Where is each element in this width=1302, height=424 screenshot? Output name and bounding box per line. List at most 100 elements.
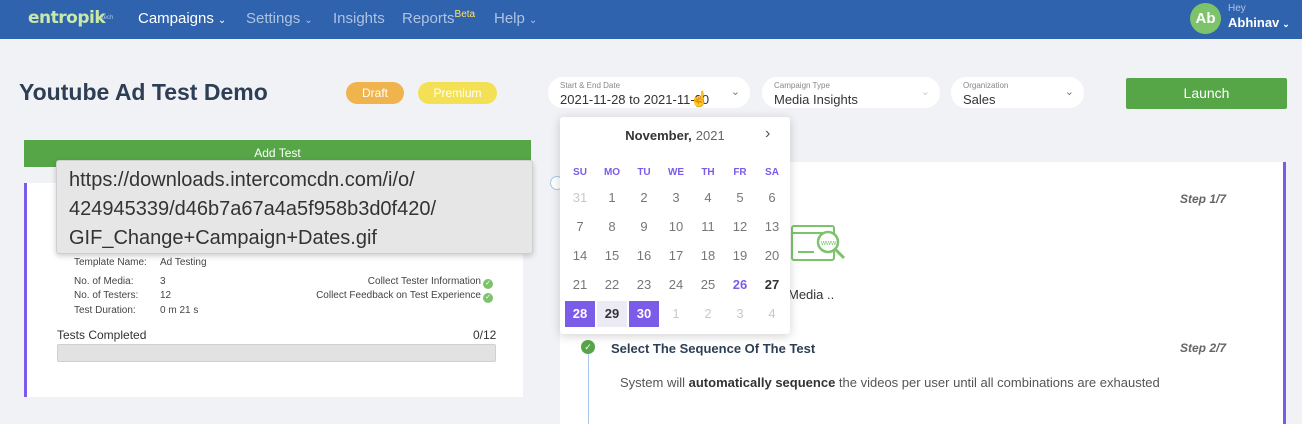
nav-help[interactable]: Help ⌄ [494, 10, 537, 27]
calendar-day[interactable]: 28 [565, 301, 595, 327]
premium-badge: Premium [418, 82, 497, 104]
calendar-day[interactable]: 12 [725, 214, 755, 240]
calendar-day: 3 [736, 306, 744, 321]
collect-feedback: Collect Feedback on Test Experience ✓ [316, 290, 493, 303]
chevron-down-icon[interactable]: ⌄ [1065, 85, 1074, 98]
testers-count-label: No. of Testers: [74, 290, 139, 301]
calendar-day[interactable]: 17 [661, 243, 691, 269]
calendar-day: 1 [672, 306, 680, 321]
chevron-down-icon: ⌄ [528, 15, 538, 26]
hand-cursor-icon: ☝ [690, 91, 709, 108]
calendar-month-title: November, 2021 [625, 128, 725, 143]
calendar-day[interactable]: 8 [597, 214, 627, 240]
tests-completed-label: Tests Completed [57, 328, 147, 342]
calendar-day[interactable]: 21 [565, 272, 595, 298]
chevron-down-icon[interactable]: ⌄ [731, 85, 740, 98]
step-2-label: Step 2/7 [1180, 341, 1227, 355]
calendar-day[interactable]: 27 [757, 272, 787, 298]
calendar-day[interactable]: 13 [757, 214, 787, 240]
nav-settings[interactable]: Settings ⌄ [246, 10, 313, 27]
collect-tester-info: Collect Tester Information ✓ [368, 276, 493, 289]
calendar-day[interactable]: 24 [661, 272, 691, 298]
media-count-value: 3 [160, 276, 166, 287]
calendar-day[interactable]: 15 [597, 243, 627, 269]
check-icon: ✓ [483, 279, 493, 289]
template-name-value: Ad Testing [160, 257, 207, 268]
campaign-type-value: Media Insights [774, 92, 858, 107]
testers-count-value: 12 [160, 290, 172, 301]
calendar-day[interactable]: 23 [629, 272, 659, 298]
calendar-day[interactable]: 16 [629, 243, 659, 269]
nav-campaigns[interactable]: Campaigns ⌄ [138, 10, 226, 27]
test-duration-label: Test Duration: [74, 305, 136, 316]
tests-completed-count: 0/12 [473, 328, 497, 342]
calendar-day: 4 [768, 306, 776, 321]
greeting: Hey [1228, 3, 1246, 14]
weekday-header: SU [573, 167, 587, 178]
date-range-picker[interactable]: Start & End Date 2021-11-28 to 2021-11-3… [548, 77, 750, 108]
date-field-label: Start & End Date [560, 81, 621, 90]
chevron-down-icon: ⌄ [920, 86, 930, 98]
step-2-title: Select The Sequence Of The Test [611, 341, 816, 356]
weekday-header: TU [637, 167, 651, 178]
top-nav: entropik tech Campaigns ⌄ Settings ⌄ Insig… [0, 0, 1302, 39]
logo-sub: tech [102, 15, 114, 21]
nav-insights[interactable]: Insights [333, 10, 385, 27]
launch-button[interactable]: Launch [1126, 78, 1287, 109]
tests-progress-bar [57, 344, 496, 362]
media-insights-icon: www [791, 225, 846, 261]
template-name-label: Template Name: [74, 257, 147, 268]
campaign-type-select[interactable]: Campaign Type Media Insights ⌄ [762, 77, 940, 108]
calendar-day[interactable]: 4 [693, 185, 723, 211]
organization-select[interactable]: Organization Sales ⌄ [951, 77, 1084, 108]
calendar-day[interactable]: 26 [725, 272, 755, 298]
calendar-day[interactable]: 30 [629, 301, 659, 327]
calendar-day[interactable]: 9 [629, 214, 659, 240]
next-month-chevron-icon[interactable]: › [765, 125, 770, 143]
chevron-down-icon: ⌄ [1282, 19, 1290, 29]
calendar-day[interactable]: 6 [757, 185, 787, 211]
date-field-value: 2021-11-28 to 2021-11-30 [560, 92, 710, 107]
weekday-header: SA [765, 167, 779, 178]
calendar-day[interactable]: 25 [693, 272, 723, 298]
calendar-day[interactable]: 1 [597, 185, 627, 211]
beta-badge: Beta [454, 9, 476, 20]
date-picker-calendar: November, 2021 › SU MO TU WE TH FR SA 31 1 2 3 4 5 6 7 8… [560, 117, 790, 334]
calendar-day[interactable]: 19 [725, 243, 755, 269]
weekday-header: MO [603, 167, 621, 178]
step-1-label: Step 1/7 [1180, 192, 1227, 206]
calendar-day[interactable]: 11 [693, 214, 723, 240]
timeline-line [588, 352, 589, 424]
draft-badge: Draft [346, 82, 404, 104]
page-title: Youtube Ad Test Demo [19, 79, 268, 105]
weekday-header: TH [701, 167, 715, 178]
calendar-day[interactable]: 3 [661, 185, 691, 211]
organization-value: Sales [963, 92, 996, 107]
chevron-down-icon: ⌄ [304, 15, 313, 26]
chevron-down-icon: ⌄ [217, 15, 227, 26]
calendar-day[interactable]: 10 [661, 214, 691, 240]
calendar-day[interactable]: 20 [757, 243, 787, 269]
calendar-day[interactable]: 7 [565, 214, 595, 240]
user-menu[interactable]: Abhinav ⌄ [1228, 15, 1290, 30]
svg-text:www: www [820, 240, 837, 247]
weekday-header: WE [667, 167, 685, 178]
calendar-day[interactable]: 5 [725, 185, 755, 211]
entropik-logo[interactable]: entropik [28, 8, 106, 28]
calendar-day[interactable]: 2 [629, 185, 659, 211]
campaign-type-label: Campaign Type [774, 81, 830, 90]
organization-label: Organization [963, 81, 1009, 90]
calendar-day: 2 [704, 306, 712, 321]
media-count-label: No. of Media: [74, 276, 134, 287]
calendar-day[interactable]: 29 [597, 301, 627, 327]
calendar-day[interactable]: 18 [693, 243, 723, 269]
calendar-day[interactable]: 22 [597, 272, 627, 298]
test-duration-value: 0 m 21 s [160, 305, 199, 316]
weekday-header: FR [733, 167, 747, 178]
calendar-day: 31 [572, 190, 588, 205]
nav-reports[interactable]: ReportsBeta [402, 9, 476, 27]
user-avatar[interactable]: Ab [1190, 3, 1221, 34]
url-tooltip: https://downloads.intercomcdn.com/i/o/ 4… [56, 160, 533, 254]
calendar-day[interactable]: 14 [565, 243, 595, 269]
media-option-label: Media .. [788, 287, 835, 302]
